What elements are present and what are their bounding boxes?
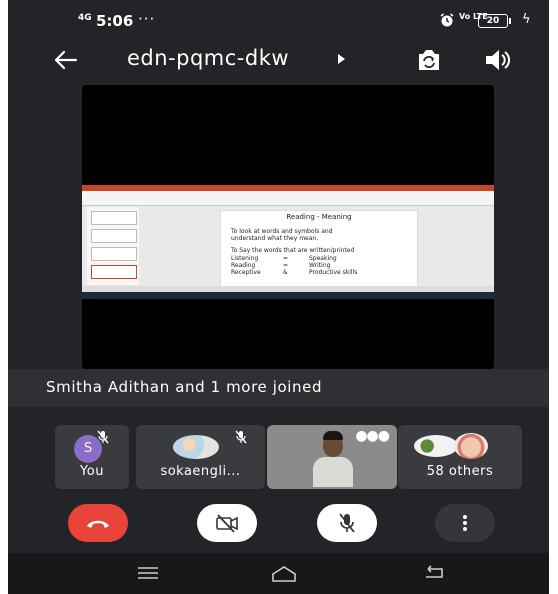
battery-icon: 20: [478, 14, 511, 28]
recent-apps-icon[interactable]: [136, 565, 160, 581]
mic-off-icon: [97, 430, 109, 444]
participant-video: [313, 431, 353, 487]
camera-off-icon: [216, 514, 238, 533]
call-header: edn-pqmc-dkw: [8, 40, 549, 80]
participant-tile-soka[interactable]: sokaengli...: [136, 425, 265, 489]
back-nav-icon[interactable]: [422, 565, 446, 581]
participant-name: 58 others: [426, 464, 494, 479]
ribbon: [82, 191, 494, 206]
system-nav-bar: [8, 553, 549, 594]
avatar: [173, 435, 219, 459]
status-bar: 4G 5:06 ··· Vo LTE 20 ϟ: [8, 0, 549, 40]
meeting-info-arrow-icon[interactable]: [338, 54, 345, 64]
more-vert-icon: [463, 515, 467, 531]
slide-thumbnails: [87, 207, 139, 285]
avatar: [414, 435, 458, 457]
meeting-code[interactable]: edn-pqmc-dkw: [127, 46, 289, 70]
join-notification-text: Smitha Adithan and 1 more joined: [46, 378, 323, 396]
presentation-video[interactable]: Reading - Meaning To look at words and s…: [82, 85, 494, 369]
clock: 5:06: [96, 12, 134, 30]
more-options-button[interactable]: [435, 504, 495, 542]
mic-toggle-button[interactable]: [317, 504, 377, 542]
end-call-button[interactable]: [68, 504, 128, 542]
shared-screen: Reading - Meaning To look at words and s…: [82, 185, 494, 299]
mic-off-icon: [235, 430, 247, 444]
mic-off-icon: [339, 513, 355, 533]
speaker-icon[interactable]: [483, 47, 513, 73]
home-icon[interactable]: [270, 565, 298, 583]
participant-name: You: [80, 464, 104, 479]
network-indicator: 4G: [78, 13, 92, 23]
avatar: [454, 433, 488, 459]
tile-menu-icon[interactable]: ●●●: [355, 428, 390, 444]
hang-up-icon: [87, 520, 109, 528]
slide: Reading - Meaning To look at words and s…: [220, 210, 418, 292]
alarm-icon: [440, 13, 454, 27]
back-arrow-icon[interactable]: [52, 46, 80, 74]
switch-camera-icon[interactable]: [413, 46, 445, 74]
participant-tile-you[interactable]: S You: [55, 425, 129, 489]
join-notification: Smitha Adithan and 1 more joined: [8, 369, 549, 407]
camera-toggle-button[interactable]: [197, 504, 257, 542]
participant-name: sokaengli...: [160, 464, 241, 479]
notification-dots: ···: [138, 10, 156, 28]
slide-title: Reading - Meaning: [286, 213, 352, 221]
participant-tile-video[interactable]: ●●●: [267, 425, 397, 489]
meet-screen: 4G 5:06 ··· Vo LTE 20 ϟ edn-pqmc-dkw Rea…: [8, 0, 549, 594]
taskbar: [82, 292, 494, 299]
charging-icon: ϟ: [522, 12, 531, 27]
participant-tile-others[interactable]: 58 others: [398, 425, 522, 489]
